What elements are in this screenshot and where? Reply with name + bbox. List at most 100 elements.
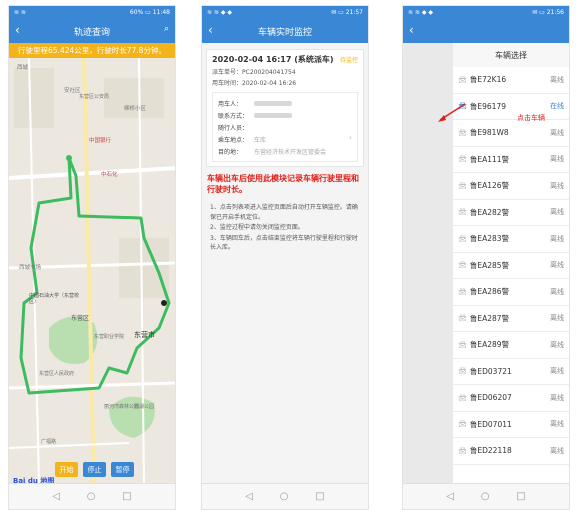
car-icon: 🚘︎ (458, 420, 467, 429)
use-time-row: 用车时间：2020-02-04 16:26 (212, 78, 358, 87)
vehicle-status: 离线 (550, 208, 564, 217)
order-number-row: 派车单号：PC200204041754 (212, 67, 358, 76)
use-time-label: 用车时间： (212, 80, 243, 87)
start-button[interactable]: 开始 (55, 462, 78, 477)
vehicle-row[interactable]: 🚘︎ 鲁E981W8 离线 (453, 120, 569, 147)
vehicle-plate: 鲁EA282警 (469, 207, 510, 217)
vehicle-status: 离线 (550, 234, 564, 243)
vehicle-plate: 鲁ED07011 (469, 419, 512, 429)
vehicle-plate: 鲁EA287警 (469, 313, 510, 323)
redacted-value (254, 112, 292, 118)
car-icon: 🚘︎ (458, 181, 467, 190)
nav-recents-icon[interactable]: □ (315, 491, 324, 502)
map-label: 西湖公园 (134, 404, 155, 410)
vehicle-list[interactable]: 🚘︎ 鲁E72K16 离线 🚘︎ 鲁E96179 在线 🚘︎鲁E981W8离线 🚘︎ 鲁EA11… (453, 67, 569, 483)
vehicle-row[interactable]: 🚘︎ 鲁EA111警 离线 (453, 147, 569, 173)
vehicle-plate: 鲁EA111警 (469, 154, 510, 164)
vehicle-status: 离线 (550, 420, 564, 429)
map-label: 中石化 (101, 172, 118, 178)
map-label: 西城 (17, 65, 29, 71)
vehicle-plate: 鲁EA286警 (469, 287, 510, 297)
vehicle-row[interactable]: 🚘︎ 鲁EA285警 离线 (453, 253, 569, 279)
annotation-label: 点击车辆 (517, 114, 545, 122)
vehicle-row[interactable]: 🚘︎ 鲁EA287警 离线 (453, 306, 569, 332)
car-icon: 🚘︎ (458, 393, 467, 402)
info-row-contact: 联系方式： (218, 109, 352, 121)
status-bar: ≋ ≋ ◆ ◆ ✉ ▭ 21:57 (202, 6, 368, 19)
vehicle-status: 离线 (550, 367, 564, 376)
vehicle-plate: 鲁EA285警 (469, 260, 510, 270)
chevron-right-icon: › (348, 133, 352, 142)
app-bar: ‹ 车辆实时监控 (202, 19, 368, 43)
vehicle-plate: 鲁E72K16 (469, 75, 507, 85)
map-label: 广福路 (41, 439, 57, 445)
usage-tips: 1、点击列表项进入监控页面后自动打开车辆监控。请确保已开启手机定位。 2、监控过… (210, 203, 360, 253)
map-label: 东营区公安局 (79, 94, 110, 100)
page-title: 轨迹查询 (73, 27, 110, 38)
drawer-title: 车辆选择 (453, 43, 569, 67)
stop-button[interactable]: 停止 (83, 462, 106, 477)
nav-recents-icon[interactable]: □ (516, 491, 525, 502)
annotation-arrow (438, 103, 466, 122)
order-number-label: 派车单号： (212, 69, 243, 76)
map-label: 东营区人民政府 (39, 371, 75, 377)
vehicle-plate: 鲁EA289警 (469, 340, 510, 350)
trip-summary-banner: 行驶里程65.424公里，行驶时长77.8分钟。 (9, 43, 175, 58)
status-icons-right: ✉ ▭ 21:57 (331, 9, 363, 16)
vehicle-row[interactable]: 🚘︎ 鲁ED07011 离线 (453, 412, 569, 438)
vehicle-row[interactable]: 🚘︎ 鲁EA286警 离线 (453, 279, 569, 306)
vehicle-status: 离线 (550, 287, 564, 296)
dispatch-card[interactable]: 2020-02-04 16:17 (系统派车) 待监控 派车单号：PC20020… (206, 49, 364, 167)
pause-button[interactable]: 暂停 (111, 462, 134, 477)
vehicle-row[interactable]: 🚘︎鲁E96179在线 (453, 94, 569, 120)
info-value: 东营经济技术开发区管委会 (254, 148, 327, 156)
status-icons-left: ≋ ≋ (14, 9, 26, 16)
car-icon: 🚘︎ (458, 446, 467, 455)
back-icon[interactable]: ‹ (409, 23, 414, 37)
nav-back-icon[interactable]: ◁ (245, 491, 253, 502)
vehicle-row[interactable]: 🚘︎ 鲁ED22118 离线 (453, 438, 569, 465)
search-icon[interactable]: ⌕ (164, 24, 169, 34)
nav-home-icon[interactable]: ○ (481, 491, 490, 502)
status-icons-left: ≋ ≋ ◆ ◆ (207, 9, 233, 16)
vehicle-row[interactable]: 🚘︎ 鲁E72K16 离线 (453, 67, 569, 94)
status-icons-left: ≋ ≋ ◆ ◆ (408, 9, 434, 16)
vehicle-plate: 鲁EA126警 (469, 181, 510, 191)
vehicle-status: 离线 (550, 340, 564, 349)
vehicle-row[interactable]: 🚘︎ 鲁EA283警 离线 (453, 226, 569, 253)
nav-home-icon[interactable]: ○ (280, 491, 289, 502)
vehicle-row[interactable]: 🚘︎ 鲁EA289警 离线 (453, 332, 569, 359)
car-icon: 🚘︎ (458, 314, 467, 323)
map-label: 东营职业学院 (94, 334, 125, 340)
back-icon[interactable]: ‹ (208, 23, 213, 37)
track-query-screen: ≋ ≋ 60% ▭ 11:48 ‹ 轨迹查询 ⌕ 行驶里程65.424公里，行驶… (8, 5, 176, 510)
redacted-value (254, 100, 292, 106)
vehicle-status: 离线 (550, 261, 564, 270)
nav-recents-icon[interactable]: □ (122, 491, 131, 502)
app-bar: ‹ 轨迹查询 ⌕ (9, 19, 175, 43)
status-bar: ≋ ≋ 60% ▭ 11:48 (9, 6, 175, 19)
vehicle-plate: 鲁E96179 (469, 101, 506, 111)
info-key: 联系方式： (218, 112, 249, 120)
back-icon[interactable]: ‹ (15, 23, 20, 37)
map-label: 东营市 (134, 331, 155, 339)
vehicle-plate: 鲁EA283警 (469, 234, 510, 244)
info-row-user: 用车人： (218, 97, 352, 109)
vehicle-status: 离线 (550, 155, 564, 164)
car-icon: 🚘︎ (458, 287, 467, 296)
vehicle-plate: 鲁ED22118 (469, 446, 512, 456)
order-number-value: PC200204041754 (242, 69, 296, 76)
vehicle-row[interactable]: 🚘︎ 鲁EA126警 离线 (453, 173, 569, 200)
vehicle-row[interactable]: 🚘︎ 鲁EA282警 离线 (453, 200, 569, 226)
nav-home-icon[interactable]: ○ (87, 491, 96, 502)
vehicle-row[interactable]: 🚘︎ 鲁ED06207 离线 (453, 385, 569, 412)
nav-back-icon[interactable]: ◁ (52, 491, 60, 502)
car-icon: 🚘︎ (458, 340, 467, 349)
vehicle-status: 在线 (550, 102, 564, 111)
map-view[interactable]: 西城 安社区 中国银行 柳桥小区 中石化 东营区 东营市 中国石油大学（东营校区… (9, 58, 175, 485)
map-label: 西城市场 (19, 265, 42, 271)
vehicle-status: 离线 (550, 446, 564, 455)
nav-back-icon[interactable]: ◁ (446, 491, 454, 502)
vehicle-status: 离线 (550, 75, 564, 84)
vehicle-row[interactable]: 🚘︎ 鲁ED03721 离线 (453, 359, 569, 385)
